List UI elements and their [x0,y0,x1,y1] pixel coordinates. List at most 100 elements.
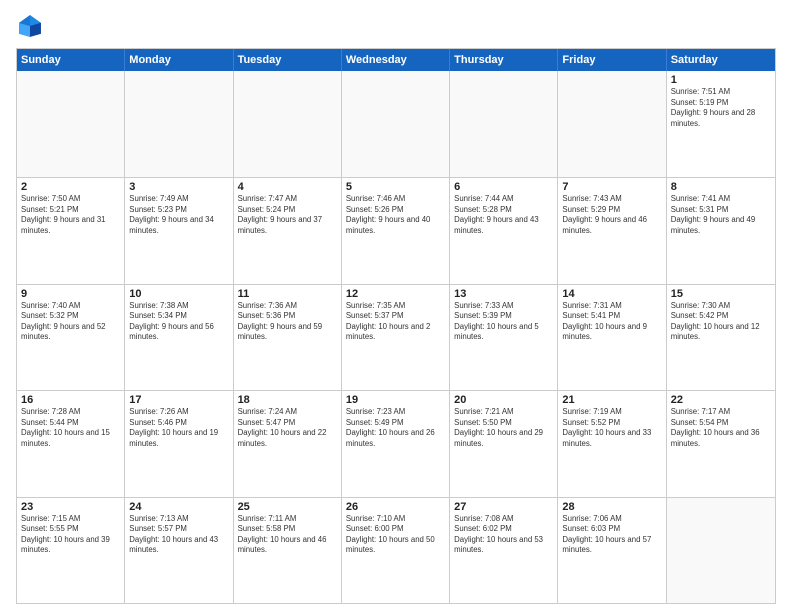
day-info: Sunrise: 7:11 AM Sunset: 5:58 PM Dayligh… [238,514,337,556]
logo [16,12,48,40]
cal-cell: 8Sunrise: 7:41 AM Sunset: 5:31 PM Daylig… [667,178,775,283]
cal-cell: 6Sunrise: 7:44 AM Sunset: 5:28 PM Daylig… [450,178,558,283]
day-info: Sunrise: 7:28 AM Sunset: 5:44 PM Dayligh… [21,407,120,449]
cal-cell [17,71,125,177]
day-info: Sunrise: 7:44 AM Sunset: 5:28 PM Dayligh… [454,194,553,236]
day-number: 3 [129,181,228,193]
day-info: Sunrise: 7:35 AM Sunset: 5:37 PM Dayligh… [346,301,445,343]
cal-cell [558,71,666,177]
cal-cell: 5Sunrise: 7:46 AM Sunset: 5:26 PM Daylig… [342,178,450,283]
day-info: Sunrise: 7:13 AM Sunset: 5:57 PM Dayligh… [129,514,228,556]
cal-cell: 12Sunrise: 7:35 AM Sunset: 5:37 PM Dayli… [342,285,450,390]
cal-cell: 28Sunrise: 7:06 AM Sunset: 6:03 PM Dayli… [558,498,666,603]
calendar-header: SundayMondayTuesdayWednesdayThursdayFrid… [17,49,775,71]
day-number: 15 [671,288,771,300]
day-info: Sunrise: 7:15 AM Sunset: 5:55 PM Dayligh… [21,514,120,556]
day-number: 12 [346,288,445,300]
day-info: Sunrise: 7:23 AM Sunset: 5:49 PM Dayligh… [346,407,445,449]
day-info: Sunrise: 7:33 AM Sunset: 5:39 PM Dayligh… [454,301,553,343]
cal-cell [450,71,558,177]
day-number: 25 [238,501,337,513]
day-info: Sunrise: 7:30 AM Sunset: 5:42 PM Dayligh… [671,301,771,343]
day-number: 20 [454,394,553,406]
day-info: Sunrise: 7:46 AM Sunset: 5:26 PM Dayligh… [346,194,445,236]
cal-cell: 11Sunrise: 7:36 AM Sunset: 5:36 PM Dayli… [234,285,342,390]
logo-icon [16,12,44,40]
day-info: Sunrise: 7:47 AM Sunset: 5:24 PM Dayligh… [238,194,337,236]
header [16,12,776,40]
day-info: Sunrise: 7:17 AM Sunset: 5:54 PM Dayligh… [671,407,771,449]
day-number: 4 [238,181,337,193]
cal-cell: 24Sunrise: 7:13 AM Sunset: 5:57 PM Dayli… [125,498,233,603]
cal-cell: 21Sunrise: 7:19 AM Sunset: 5:52 PM Dayli… [558,391,666,496]
cal-cell: 7Sunrise: 7:43 AM Sunset: 5:29 PM Daylig… [558,178,666,283]
day-info: Sunrise: 7:49 AM Sunset: 5:23 PM Dayligh… [129,194,228,236]
cal-cell: 17Sunrise: 7:26 AM Sunset: 5:46 PM Dayli… [125,391,233,496]
day-info: Sunrise: 7:10 AM Sunset: 6:00 PM Dayligh… [346,514,445,556]
day-info: Sunrise: 7:38 AM Sunset: 5:34 PM Dayligh… [129,301,228,343]
day-info: Sunrise: 7:40 AM Sunset: 5:32 PM Dayligh… [21,301,120,343]
cal-cell: 3Sunrise: 7:49 AM Sunset: 5:23 PM Daylig… [125,178,233,283]
cal-cell: 18Sunrise: 7:24 AM Sunset: 5:47 PM Dayli… [234,391,342,496]
cal-cell: 19Sunrise: 7:23 AM Sunset: 5:49 PM Dayli… [342,391,450,496]
day-info: Sunrise: 7:19 AM Sunset: 5:52 PM Dayligh… [562,407,661,449]
day-info: Sunrise: 7:50 AM Sunset: 5:21 PM Dayligh… [21,194,120,236]
day-number: 18 [238,394,337,406]
day-info: Sunrise: 7:41 AM Sunset: 5:31 PM Dayligh… [671,194,771,236]
day-info: Sunrise: 7:08 AM Sunset: 6:02 PM Dayligh… [454,514,553,556]
weekday-header-saturday: Saturday [667,49,775,71]
day-number: 19 [346,394,445,406]
cal-cell: 27Sunrise: 7:08 AM Sunset: 6:02 PM Dayli… [450,498,558,603]
cal-cell: 22Sunrise: 7:17 AM Sunset: 5:54 PM Dayli… [667,391,775,496]
day-number: 9 [21,288,120,300]
cal-cell [667,498,775,603]
cal-cell: 23Sunrise: 7:15 AM Sunset: 5:55 PM Dayli… [17,498,125,603]
cal-cell: 26Sunrise: 7:10 AM Sunset: 6:00 PM Dayli… [342,498,450,603]
weekday-header-tuesday: Tuesday [234,49,342,71]
day-info: Sunrise: 7:51 AM Sunset: 5:19 PM Dayligh… [671,87,771,129]
day-info: Sunrise: 7:21 AM Sunset: 5:50 PM Dayligh… [454,407,553,449]
day-number: 16 [21,394,120,406]
calendar-body: 1Sunrise: 7:51 AM Sunset: 5:19 PM Daylig… [17,71,775,603]
day-info: Sunrise: 7:06 AM Sunset: 6:03 PM Dayligh… [562,514,661,556]
day-number: 27 [454,501,553,513]
weekday-header-monday: Monday [125,49,233,71]
week-row-1: 1Sunrise: 7:51 AM Sunset: 5:19 PM Daylig… [17,71,775,177]
weekday-header-friday: Friday [558,49,666,71]
day-number: 13 [454,288,553,300]
day-number: 2 [21,181,120,193]
day-info: Sunrise: 7:31 AM Sunset: 5:41 PM Dayligh… [562,301,661,343]
cal-cell: 2Sunrise: 7:50 AM Sunset: 5:21 PM Daylig… [17,178,125,283]
day-number: 24 [129,501,228,513]
day-info: Sunrise: 7:26 AM Sunset: 5:46 PM Dayligh… [129,407,228,449]
day-info: Sunrise: 7:43 AM Sunset: 5:29 PM Dayligh… [562,194,661,236]
cal-cell: 10Sunrise: 7:38 AM Sunset: 5:34 PM Dayli… [125,285,233,390]
day-number: 21 [562,394,661,406]
cal-cell: 20Sunrise: 7:21 AM Sunset: 5:50 PM Dayli… [450,391,558,496]
cal-cell: 16Sunrise: 7:28 AM Sunset: 5:44 PM Dayli… [17,391,125,496]
weekday-header-wednesday: Wednesday [342,49,450,71]
cal-cell: 25Sunrise: 7:11 AM Sunset: 5:58 PM Dayli… [234,498,342,603]
week-row-2: 2Sunrise: 7:50 AM Sunset: 5:21 PM Daylig… [17,177,775,283]
cal-cell [342,71,450,177]
day-number: 26 [346,501,445,513]
day-number: 14 [562,288,661,300]
cal-cell: 1Sunrise: 7:51 AM Sunset: 5:19 PM Daylig… [667,71,775,177]
week-row-3: 9Sunrise: 7:40 AM Sunset: 5:32 PM Daylig… [17,284,775,390]
day-number: 23 [21,501,120,513]
weekday-header-sunday: Sunday [17,49,125,71]
page: SundayMondayTuesdayWednesdayThursdayFrid… [0,0,792,612]
cal-cell [234,71,342,177]
cal-cell: 4Sunrise: 7:47 AM Sunset: 5:24 PM Daylig… [234,178,342,283]
day-number: 1 [671,74,771,86]
day-number: 6 [454,181,553,193]
calendar: SundayMondayTuesdayWednesdayThursdayFrid… [16,48,776,604]
cal-cell: 9Sunrise: 7:40 AM Sunset: 5:32 PM Daylig… [17,285,125,390]
week-row-5: 23Sunrise: 7:15 AM Sunset: 5:55 PM Dayli… [17,497,775,603]
day-number: 8 [671,181,771,193]
cal-cell: 13Sunrise: 7:33 AM Sunset: 5:39 PM Dayli… [450,285,558,390]
day-info: Sunrise: 7:36 AM Sunset: 5:36 PM Dayligh… [238,301,337,343]
cal-cell: 15Sunrise: 7:30 AM Sunset: 5:42 PM Dayli… [667,285,775,390]
weekday-header-thursday: Thursday [450,49,558,71]
day-number: 22 [671,394,771,406]
